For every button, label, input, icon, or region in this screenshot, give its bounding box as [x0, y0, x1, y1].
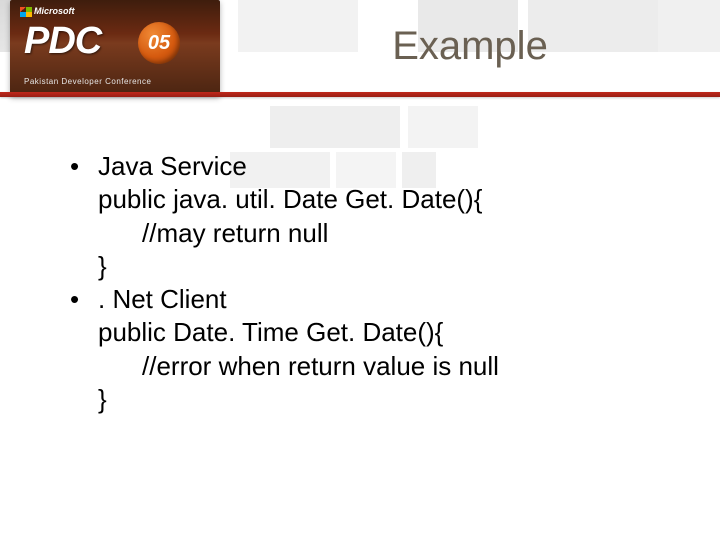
bullet-label: . Net Client — [98, 283, 680, 316]
code-line: } — [64, 383, 680, 416]
logo-abbr: PDC — [24, 22, 101, 60]
bullet-item: • . Net Client — [64, 283, 680, 316]
logo-subtitle: Pakistan Developer Conference — [24, 77, 151, 86]
microsoft-flag-icon — [20, 7, 32, 17]
logo-year-disc: 05 — [138, 22, 180, 64]
slide-body: • Java Service public java. util. Date G… — [64, 150, 680, 416]
conference-logo: Microsoft PDC 05 Pakistan Developer Conf… — [10, 0, 220, 96]
slide-header: Microsoft PDC 05 Pakistan Developer Conf… — [0, 0, 720, 96]
code-line: } — [64, 250, 680, 283]
code-line: //error when return value is null — [64, 350, 680, 383]
slide-title: Example — [240, 24, 700, 69]
code-line: public Date. Time Get. Date(){ — [64, 316, 680, 349]
header-divider — [0, 92, 720, 97]
bullet-dot-icon: • — [64, 150, 98, 183]
bullet-dot-icon: • — [64, 283, 98, 316]
bullet-label: Java Service — [98, 150, 680, 183]
code-line: //may return null — [64, 217, 680, 250]
code-line: public java. util. Date Get. Date(){ — [64, 183, 680, 216]
brand-label: Microsoft — [20, 6, 75, 17]
brand-text: Microsoft — [34, 6, 75, 16]
bullet-item: • Java Service — [64, 150, 680, 183]
